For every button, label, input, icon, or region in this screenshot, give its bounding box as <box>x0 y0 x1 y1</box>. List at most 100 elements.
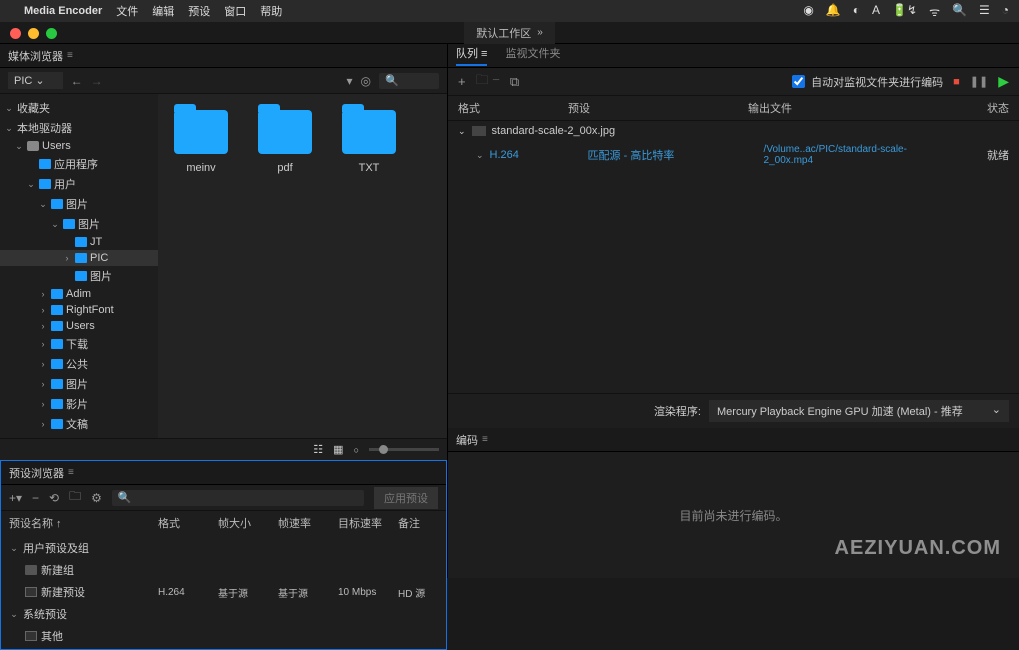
control-center-icon[interactable]: ☰ <box>979 3 990 20</box>
tab-queue[interactable]: 队列 ≡ <box>456 45 487 66</box>
tree-arrow-icon[interactable] <box>38 289 48 299</box>
tree-arrow-icon[interactable] <box>38 321 48 331</box>
menu-file[interactable]: 文件 <box>116 3 138 19</box>
menu-help[interactable]: 帮助 <box>260 3 282 19</box>
input-icon[interactable]: A <box>872 3 880 20</box>
tree-arrow-icon[interactable] <box>26 179 36 190</box>
preset-new-preset[interactable]: 新建预设 H.264 基于源 基于源 10 Mbps HD 源 <box>1 581 446 603</box>
pause-button[interactable]: ❚❚ <box>970 75 988 88</box>
stop-button[interactable]: ■ <box>953 76 960 88</box>
auto-encode-checkbox[interactable] <box>792 75 805 88</box>
minimize-button[interactable] <box>28 28 39 39</box>
tree-arrow-icon[interactable] <box>38 305 48 315</box>
folder-meinv[interactable]: meinv <box>174 110 228 174</box>
preset-system-group[interactable]: 系统预设 <box>1 603 446 625</box>
menu-preset[interactable]: 预设 <box>188 3 210 19</box>
header-comment[interactable]: 备注 <box>398 515 438 531</box>
tree-row[interactable]: 影片 <box>0 394 158 414</box>
tree-row[interactable]: 下载 <box>0 334 158 354</box>
header-preset[interactable]: 预设 <box>568 100 748 116</box>
tree-favorites[interactable]: 收藏夹 <box>0 98 158 118</box>
tree-arrow-icon[interactable] <box>38 359 48 369</box>
sync-icon[interactable]: ⟲ <box>49 491 59 505</box>
output-preset[interactable]: 匹配源 - 高比特率 <box>588 147 758 163</box>
remove-preset-icon[interactable]: − <box>32 491 39 505</box>
tree-row[interactable]: Users <box>0 138 158 154</box>
maximize-button[interactable] <box>46 28 57 39</box>
tree-row[interactable]: 公共 <box>0 354 158 374</box>
tree-row[interactable]: RightFont <box>0 302 158 318</box>
remove-source-icon[interactable]: 🗀 − <box>476 71 500 93</box>
notification-icon[interactable]: 🔔 <box>826 3 841 20</box>
folder-pdf[interactable]: pdf <box>258 110 312 174</box>
thumb-view-icon[interactable]: ▦ <box>333 443 343 456</box>
duplicate-icon[interactable]: ⧉ <box>510 74 519 90</box>
list-view-icon[interactable]: ☷ <box>313 443 323 456</box>
new-group-icon[interactable]: 🗀 <box>69 487 81 508</box>
tree-row[interactable]: 文稿 <box>0 414 158 434</box>
status-icon-2[interactable]: ◐ <box>853 3 860 20</box>
tree-arrow-icon[interactable] <box>38 399 48 409</box>
search-icon[interactable]: 🔍 <box>952 3 967 20</box>
preset-user-group[interactable]: 用户预设及组 <box>1 537 446 559</box>
tree-row[interactable]: Users <box>0 318 158 334</box>
tree-arrow-icon[interactable] <box>38 419 48 429</box>
tree-arrow-icon[interactable] <box>14 141 24 152</box>
header-status[interactable]: 状态 <box>929 100 1009 116</box>
wifi-icon[interactable]: ᯤ <box>929 3 940 20</box>
tree-local-drives[interactable]: 本地驱动器 <box>0 118 158 138</box>
preset-tree[interactable]: 用户预设及组 新建组 新建预设 H.264 基于源 基于源 10 Mbps HD… <box>1 535 446 649</box>
path-select[interactable]: PIC ⌄ <box>8 72 63 89</box>
add-preset-icon[interactable]: +▾ <box>9 491 22 505</box>
folder-txt[interactable]: TXT <box>342 110 396 174</box>
tree-arrow-icon[interactable] <box>38 199 48 210</box>
tree-arrow-icon[interactable] <box>38 379 48 389</box>
tree-arrow-icon[interactable] <box>62 253 72 263</box>
preset-search-input[interactable] <box>112 490 364 506</box>
header-format[interactable]: 格式 <box>458 100 568 116</box>
header-output[interactable]: 输出文件 <box>748 100 929 116</box>
renderer-select[interactable]: Mercury Playback Engine GPU 加速 (Metal) -… <box>709 400 1009 422</box>
auto-encode-check[interactable]: 自动对监视文件夹进行编码 <box>792 74 943 90</box>
header-name[interactable]: 预设名称 ↑ <box>9 515 154 531</box>
back-icon[interactable]: ← <box>71 74 83 88</box>
zoom-slider[interactable] <box>369 448 439 451</box>
output-format[interactable]: H.264 <box>490 149 582 161</box>
forward-icon[interactable]: → <box>91 74 103 88</box>
tree-row[interactable]: 图片 <box>0 266 158 286</box>
output-path[interactable]: /Volume..ac/PIC/standard-scale-2_00x.mp4 <box>764 144 943 166</box>
filter-icon[interactable]: ▾ <box>346 74 352 88</box>
tree-row[interactable]: JT <box>0 234 158 250</box>
header-format[interactable]: 格式 <box>158 515 214 531</box>
queue-source-row[interactable]: ⌄ standard-scale-2_00x.jpg <box>448 121 1019 141</box>
queue-body[interactable]: ⌄ standard-scale-2_00x.jpg ⌄ H.264 匹配源 -… <box>448 121 1019 393</box>
tree-row[interactable]: PIC <box>0 250 158 266</box>
media-tree[interactable]: 收藏夹 本地驱动器 Users应用程序用户图片图片JTPIC图片AdimRigh… <box>0 94 158 438</box>
zoom-out-icon[interactable]: ○ <box>354 445 359 455</box>
media-content[interactable]: meinv pdf TXT <box>158 94 447 438</box>
tree-arrow-icon[interactable] <box>50 219 60 230</box>
workspace-tab-default[interactable]: 默认工作区 <box>464 22 555 44</box>
preset-other[interactable]: 其他 <box>1 625 446 647</box>
clock-icon[interactable]: ◔ <box>1002 3 1009 20</box>
tree-row[interactable]: 用户 <box>0 174 158 194</box>
ingest-icon[interactable]: ◎ <box>361 74 371 88</box>
tab-watch-folders[interactable]: 监视文件夹 <box>505 45 560 66</box>
tree-row[interactable]: 图片 <box>0 194 158 214</box>
settings-icon[interactable]: ⚙ <box>91 491 102 505</box>
expand-icon[interactable]: ⌄ <box>458 126 466 137</box>
app-name[interactable]: Media Encoder <box>24 5 102 17</box>
expand-icon[interactable]: ⌄ <box>476 150 484 161</box>
start-queue-button[interactable]: ▶ <box>998 73 1009 90</box>
queue-output-row[interactable]: ⌄ H.264 匹配源 - 高比特率 /Volume..ac/PIC/stand… <box>448 141 1019 169</box>
media-search-input[interactable] <box>379 73 439 89</box>
tree-row[interactable]: 图片 <box>0 214 158 234</box>
close-button[interactable] <box>10 28 21 39</box>
battery-icon[interactable]: 🔋↯ <box>892 3 917 20</box>
tree-arrow-icon[interactable] <box>38 339 48 349</box>
tree-row[interactable]: Adim <box>0 286 158 302</box>
header-targetrate[interactable]: 目标速率 <box>338 515 394 531</box>
status-icon[interactable]: ◉ <box>803 3 813 20</box>
tree-row[interactable]: 应用程序 <box>0 154 158 174</box>
add-source-icon[interactable]: + <box>458 74 466 89</box>
